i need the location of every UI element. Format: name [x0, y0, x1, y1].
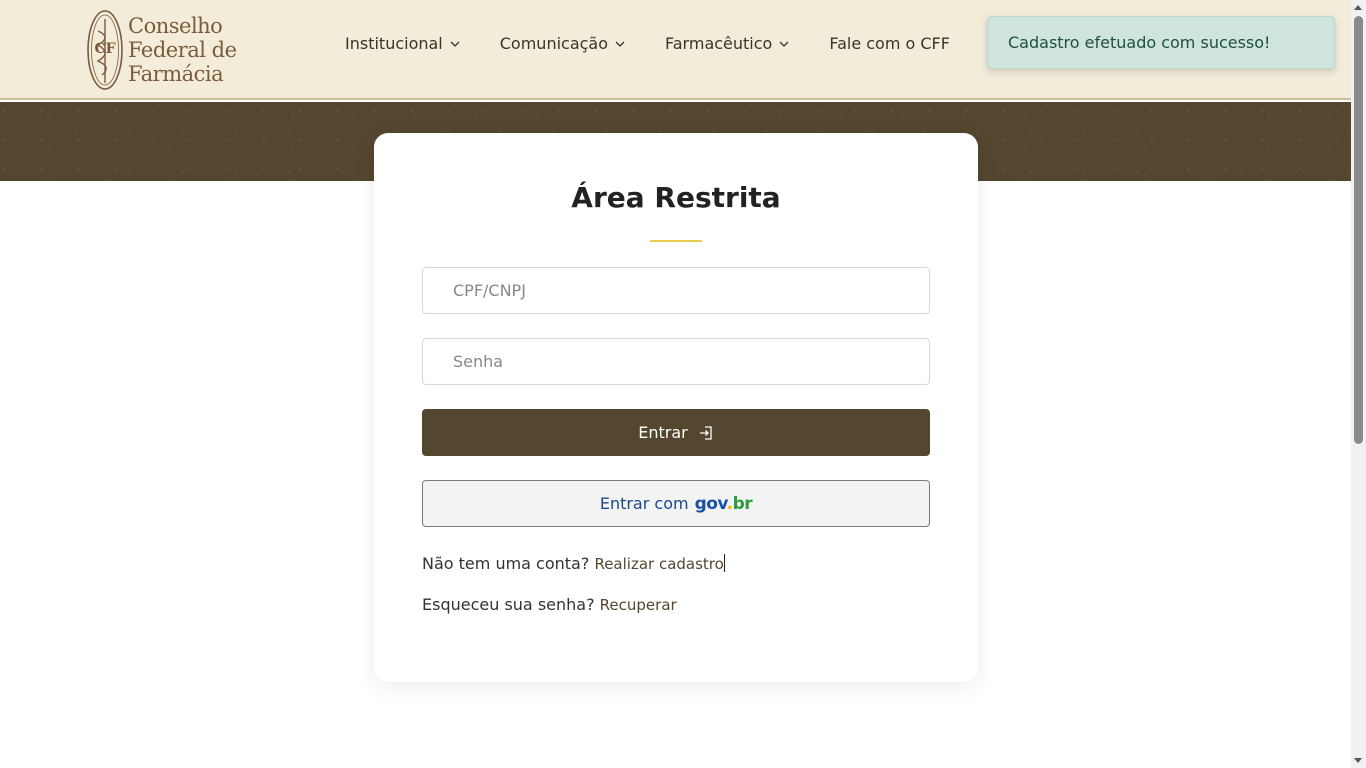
login-card: Área Restrita Entrar Entrar com gov.br N…	[374, 133, 978, 682]
scroll-down-arrow-icon[interactable]	[1354, 758, 1362, 763]
register-link[interactable]: Realizar cadastro	[594, 555, 723, 573]
govbr-logo-br: br	[732, 493, 753, 514]
govbr-button-label: Entrar com	[599, 494, 689, 513]
cff-logo[interactable]: CF Conselho Federal de Farmácia	[86, 8, 256, 92]
svg-text:CF: CF	[94, 41, 115, 57]
title-underline	[650, 240, 702, 242]
nav-item-institucional[interactable]: Institucional	[345, 34, 460, 53]
logo-wordmark: Conselho Federal de Farmácia	[128, 14, 237, 86]
govbr-logo-gov: gov	[694, 493, 728, 514]
govbr-logo: gov.br	[695, 494, 753, 514]
cpf-cnpj-input[interactable]	[422, 267, 930, 314]
recover-link[interactable]: Recuperar	[600, 596, 677, 614]
success-toast[interactable]: Cadastro efetuado com sucesso!	[987, 16, 1335, 69]
no-account-text: Não tem uma conta?	[422, 554, 590, 573]
login-icon	[699, 425, 712, 440]
nav-item-label: Institucional	[345, 34, 443, 53]
nav-item-fale-com-cff[interactable]: Fale com o CFF	[829, 34, 950, 53]
entrar-govbr-button[interactable]: Entrar com gov.br	[422, 480, 930, 527]
forgot-password-text: Esqueceu sua senha?	[422, 595, 595, 614]
page-scrollbar[interactable]	[1351, 0, 1366, 768]
text-cursor	[723, 554, 725, 572]
toast-message: Cadastro efetuado com sucesso!	[1008, 33, 1271, 52]
page-title: Área Restrita	[571, 181, 781, 214]
password-input[interactable]	[422, 338, 930, 385]
logo-line-1: Conselho	[128, 14, 223, 38]
scroll-up-arrow-icon[interactable]	[1354, 5, 1362, 10]
scroll-thumb[interactable]	[1354, 16, 1363, 444]
register-prompt: Não tem uma conta? Realizar cadastro	[422, 554, 725, 573]
recover-prompt: Esqueceu sua senha? Recuperar	[422, 595, 677, 614]
main-nav: Institucional Comunicação Farmacêutico F…	[345, 34, 950, 53]
nav-item-farmaceutico[interactable]: Farmacêutico	[665, 34, 789, 53]
nav-item-comunicacao[interactable]: Comunicação	[500, 34, 625, 53]
entrar-button[interactable]: Entrar	[422, 409, 930, 456]
caduceus-emblem-icon: CF	[87, 10, 123, 90]
chevron-down-icon	[779, 41, 789, 47]
nav-item-label: Comunicação	[499, 34, 609, 53]
nav-item-label: Fale com o CFF	[829, 34, 950, 53]
chevron-down-icon	[450, 41, 460, 47]
logo-line-3: Farmácia	[128, 62, 224, 86]
nav-item-label: Farmacêutico	[665, 34, 773, 53]
entrar-button-label: Entrar	[638, 423, 688, 442]
chevron-down-icon	[615, 41, 625, 47]
logo-line-2: Federal de	[128, 38, 237, 62]
